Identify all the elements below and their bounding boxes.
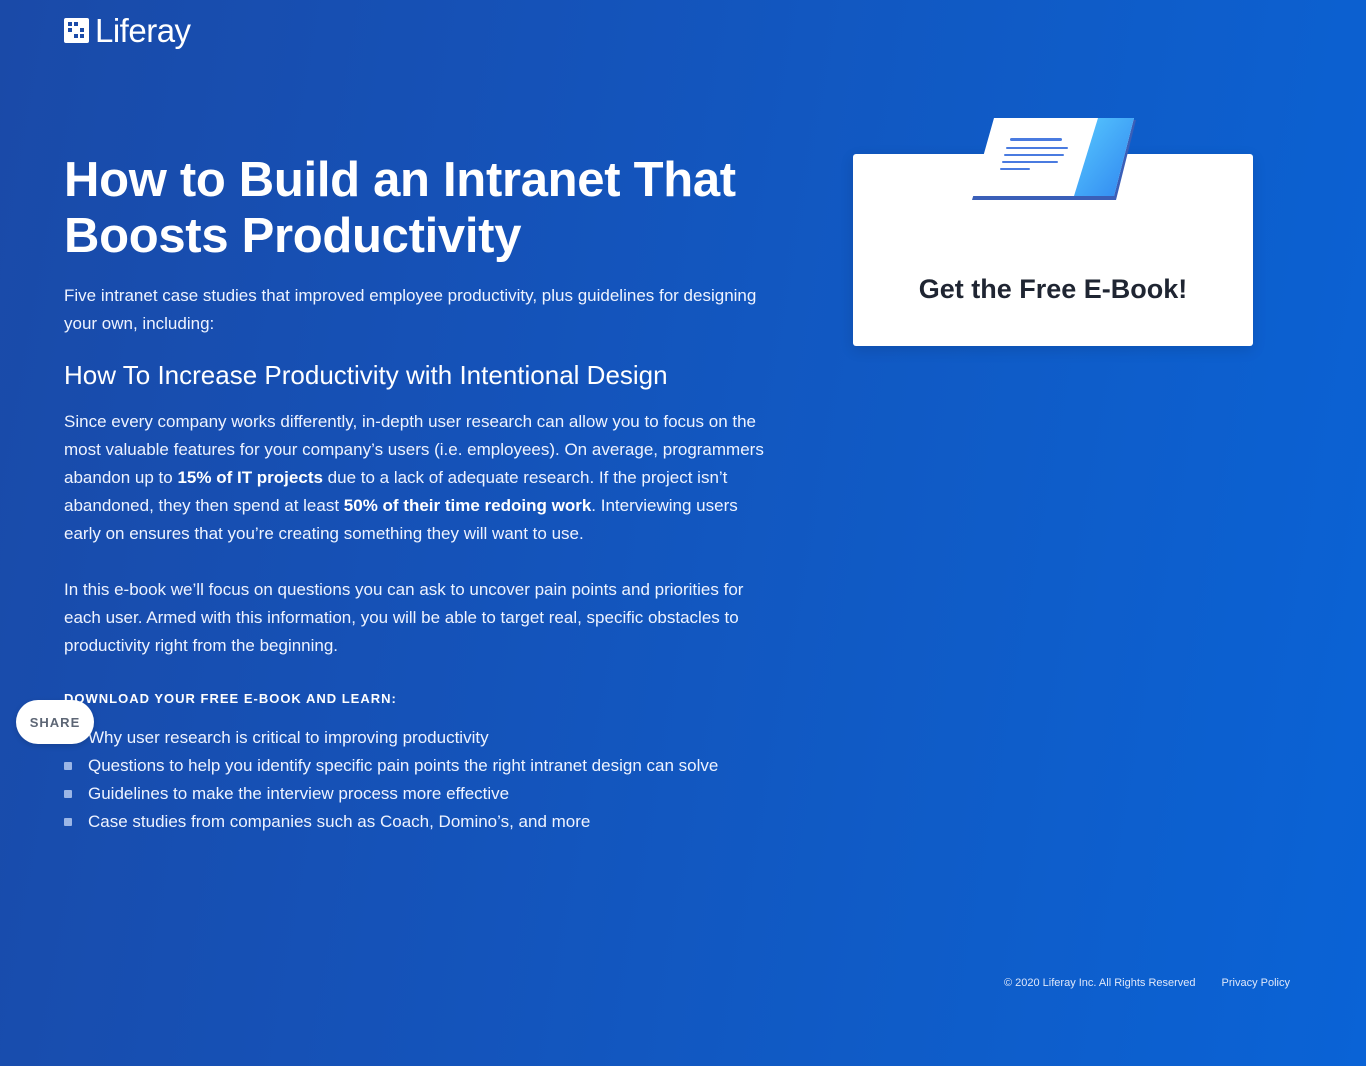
list-item: Why user research is critical to improvi… xyxy=(64,724,764,752)
research-stat-1: 15% of IT projects xyxy=(177,468,323,487)
share-button[interactable]: SHARE xyxy=(16,700,94,744)
main-content: How to Build an Intranet That Boosts Pro… xyxy=(64,152,764,836)
get-ebook-link[interactable]: Get the Free E-Book! xyxy=(853,272,1253,306)
intro-text: Five intranet case studies that improved… xyxy=(64,286,757,333)
list-item: Guidelines to make the interview process… xyxy=(64,780,764,808)
page-title: How to Build an Intranet That Boosts Pro… xyxy=(64,153,736,263)
copyright-text: © 2020 Liferay Inc. All Rights Reserved xyxy=(1003,977,1196,989)
page-footer: © 2020 Liferay Inc. All Rights Reserved … xyxy=(1004,975,1290,991)
logo-wordmark: Liferay xyxy=(95,12,191,49)
ebook-illustration-icon xyxy=(972,118,1136,200)
ebook-focus-paragraph: In this e-book we’ll focus on questions … xyxy=(64,580,744,655)
research-stat-2: 50% of their time redoing work xyxy=(343,496,592,515)
research-paragraph: Since every company works differently, i… xyxy=(64,408,764,548)
list-item: Case studies from companies such as Coac… xyxy=(64,808,764,836)
liferay-logo-icon xyxy=(64,18,89,43)
learn-list: Why user research is critical to improvi… xyxy=(64,724,764,836)
section-subtitle: How To Increase Productivity with Intent… xyxy=(64,360,668,390)
learn-heading: DOWNLOAD YOUR FREE E-BOOK AND LEARN: xyxy=(64,691,397,706)
liferay-logo-link[interactable]: Liferay xyxy=(64,14,191,47)
privacy-policy-link[interactable]: Privacy Policy xyxy=(1222,975,1290,991)
list-item: Questions to help you identify specific … xyxy=(64,752,764,780)
